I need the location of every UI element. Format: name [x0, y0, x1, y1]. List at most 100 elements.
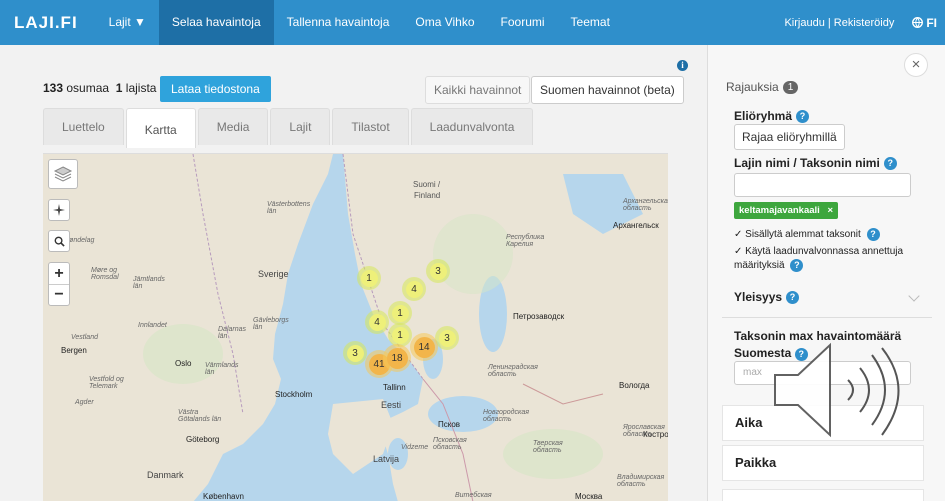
language-label: FI [926, 15, 937, 30]
close-sidebar-button[interactable]: × [904, 53, 928, 77]
map-label-innlandet: Innlandet [138, 322, 167, 329]
map-cluster[interactable]: 1 [388, 301, 412, 325]
map-search-button[interactable] [48, 230, 70, 252]
map-label-novgorod: Новгородская область [483, 409, 529, 423]
yleisyys-label[interactable]: Yleisyys ? [734, 290, 800, 304]
map-label-tverskaya: Тверская область [533, 440, 563, 454]
map-cluster[interactable]: 18 [383, 344, 411, 372]
map-label-petrozavodsk: Петрозаводск [513, 312, 565, 321]
result-count-number: 133 [43, 81, 64, 95]
restrict-group-button[interactable]: Rajaa eliöryhmillä [734, 124, 845, 150]
cluster-count: 1 [360, 269, 378, 287]
map-label-vasterbotten: Västerbottens län [267, 201, 311, 215]
observation-map[interactable]: Suomi / Finland Sverige Stockholm Oslo B… [43, 153, 668, 501]
map-label-arkhangelskaya: Архангельская область [623, 198, 668, 212]
map-label-vastra: Västra Götalands län [178, 409, 222, 423]
nav-item-foorumi[interactable]: Foorumi [488, 0, 558, 45]
help-icon[interactable]: ? [796, 109, 810, 123]
taxon-label: Lajin nimi / Taksonin nimi ? [734, 156, 897, 170]
cluster-count: 1 [391, 304, 409, 322]
map-label-latvija: Latvija [373, 454, 400, 464]
tab-luettelo[interactable]: Luettelo [43, 108, 124, 145]
map-cluster[interactable]: 4 [365, 310, 389, 334]
map-cluster[interactable]: 3 [435, 326, 459, 350]
filters-count-badge: 1 [782, 80, 799, 94]
info-icon[interactable]: i [677, 60, 688, 71]
taxon-tag-label: keltamajavankaali [739, 205, 820, 216]
map-cluster[interactable]: 3 [343, 341, 367, 365]
finnish-observations-button[interactable]: Suomen havainnot (beta) [531, 76, 684, 104]
zoom-in-button[interactable]: + [49, 263, 69, 285]
tab-lajit[interactable]: Lajit [270, 108, 331, 145]
login-link[interactable]: Kirjaudu | Rekisteröidy [784, 17, 912, 29]
help-icon[interactable]: ? [790, 259, 804, 272]
zoom-control: + − [48, 262, 70, 306]
map-cluster[interactable]: 1 [357, 266, 381, 290]
zoom-out-button[interactable]: − [49, 285, 69, 305]
nav-item-teemat[interactable]: Teemat [558, 0, 623, 45]
map-label-finland: Finland [414, 191, 441, 200]
map-label-vestfold: Vestfold og Telemark [89, 376, 124, 390]
tab-media[interactable]: Media [197, 108, 269, 145]
remove-tag-icon[interactable]: × [827, 205, 833, 216]
map-label-leningrad: Ленинградская область [488, 364, 538, 378]
tab-laadunvalvonta[interactable]: Laadunvalvonta [410, 108, 534, 145]
language-selector[interactable]: FI [912, 16, 945, 30]
tab-tilastot[interactable]: Tilastot [332, 108, 409, 145]
taxon-label-text: Lajin nimi / Taksonin nimi [734, 156, 880, 170]
cluster-count: 1 [391, 326, 409, 344]
section-next[interactable] [722, 489, 924, 501]
nav-right: Kirjaudu | Rekisteröidy FI [784, 0, 945, 45]
map-label-bergen: Bergen [61, 346, 87, 355]
map-label-eesti: Eesti [381, 400, 402, 410]
map-cluster[interactable]: 14 [410, 333, 438, 361]
result-count-label: osumaa [66, 81, 110, 95]
species-count-label: lajista [125, 81, 157, 95]
cluster-count: 14 [413, 336, 435, 358]
map-label-vitebsk: Витебская [455, 492, 492, 499]
map-label-stockholm: Stockholm [275, 390, 313, 399]
filters-title: Rajauksia 1 [726, 80, 799, 94]
taxon-tag: keltamajavankaali × [734, 202, 839, 219]
locate-button[interactable] [48, 199, 70, 221]
map-cluster[interactable]: 3 [426, 259, 450, 283]
help-icon[interactable]: ? [866, 228, 880, 241]
nav-item-selaa-havaintoja[interactable]: Selaa havaintoja [158, 0, 274, 45]
nav-item-tallenna-havaintoja[interactable]: Tallenna havaintoja [274, 0, 403, 45]
map-cluster[interactable]: 4 [402, 277, 426, 301]
include-subtaxa-checkbox[interactable]: ✓ Sisällytä alemmat taksonit ? [734, 228, 924, 242]
cluster-count: 4 [368, 313, 386, 331]
taxon-input[interactable] [734, 173, 911, 197]
nav-item-lajit[interactable]: Lajit ▼ [96, 0, 159, 45]
help-icon[interactable]: ? [883, 156, 897, 170]
use-quality-checkbox[interactable]: ✓ Käytä laadunvalvonnassa annettuja määr… [734, 245, 924, 273]
use-quality-label: ✓ Käytä laadunvalvonnassa annettuja määr… [734, 246, 904, 271]
map-label-dalarnas: Dalarnas län [218, 326, 247, 340]
eliorymha-label-text: Eliöryhmä [734, 109, 793, 123]
chevron-down-icon[interactable] [908, 290, 920, 302]
include-subtaxa-label: ✓ Sisällytä alemmat taksonit [734, 229, 861, 240]
filters-title-label: Rajauksia [726, 80, 779, 94]
eliorymha-label: Eliöryhmä ? [734, 109, 810, 123]
map-label-tallinn: Tallinn [383, 383, 406, 392]
map-label-jamtlands: Jämtlands län [133, 276, 165, 290]
tab-kartta[interactable]: Kartta [125, 108, 196, 148]
crosshair-icon [53, 204, 65, 216]
yleisyys-label-text: Yleisyys [734, 290, 783, 304]
map-label-sverige: Sverige [258, 269, 289, 279]
cluster-count: 3 [429, 262, 447, 280]
map-label-oslo: Oslo [175, 359, 192, 368]
all-observations-button[interactable]: Kaikki havainnot [425, 76, 531, 104]
result-count: 133 osumaa 1 lajista [43, 81, 156, 95]
top-navbar: LAJI.FI Lajit ▼ Selaa havaintoja Tallenn… [0, 0, 945, 45]
nav-item-oma-vihko[interactable]: Oma Vihko [402, 0, 487, 45]
help-icon[interactable]: ? [786, 290, 800, 304]
section-paikka[interactable]: Paikka [722, 445, 924, 481]
layers-button[interactable] [48, 159, 78, 189]
download-button[interactable]: Lataa tiedostona [160, 76, 271, 102]
map-label-pskovskaya: Псковская область [433, 437, 467, 451]
layers-icon [53, 166, 73, 182]
map-label-more: Møre og Romsdal [91, 267, 119, 281]
map-label-varmlands: Värmlands län [205, 362, 239, 376]
site-logo[interactable]: LAJI.FI [0, 13, 96, 33]
